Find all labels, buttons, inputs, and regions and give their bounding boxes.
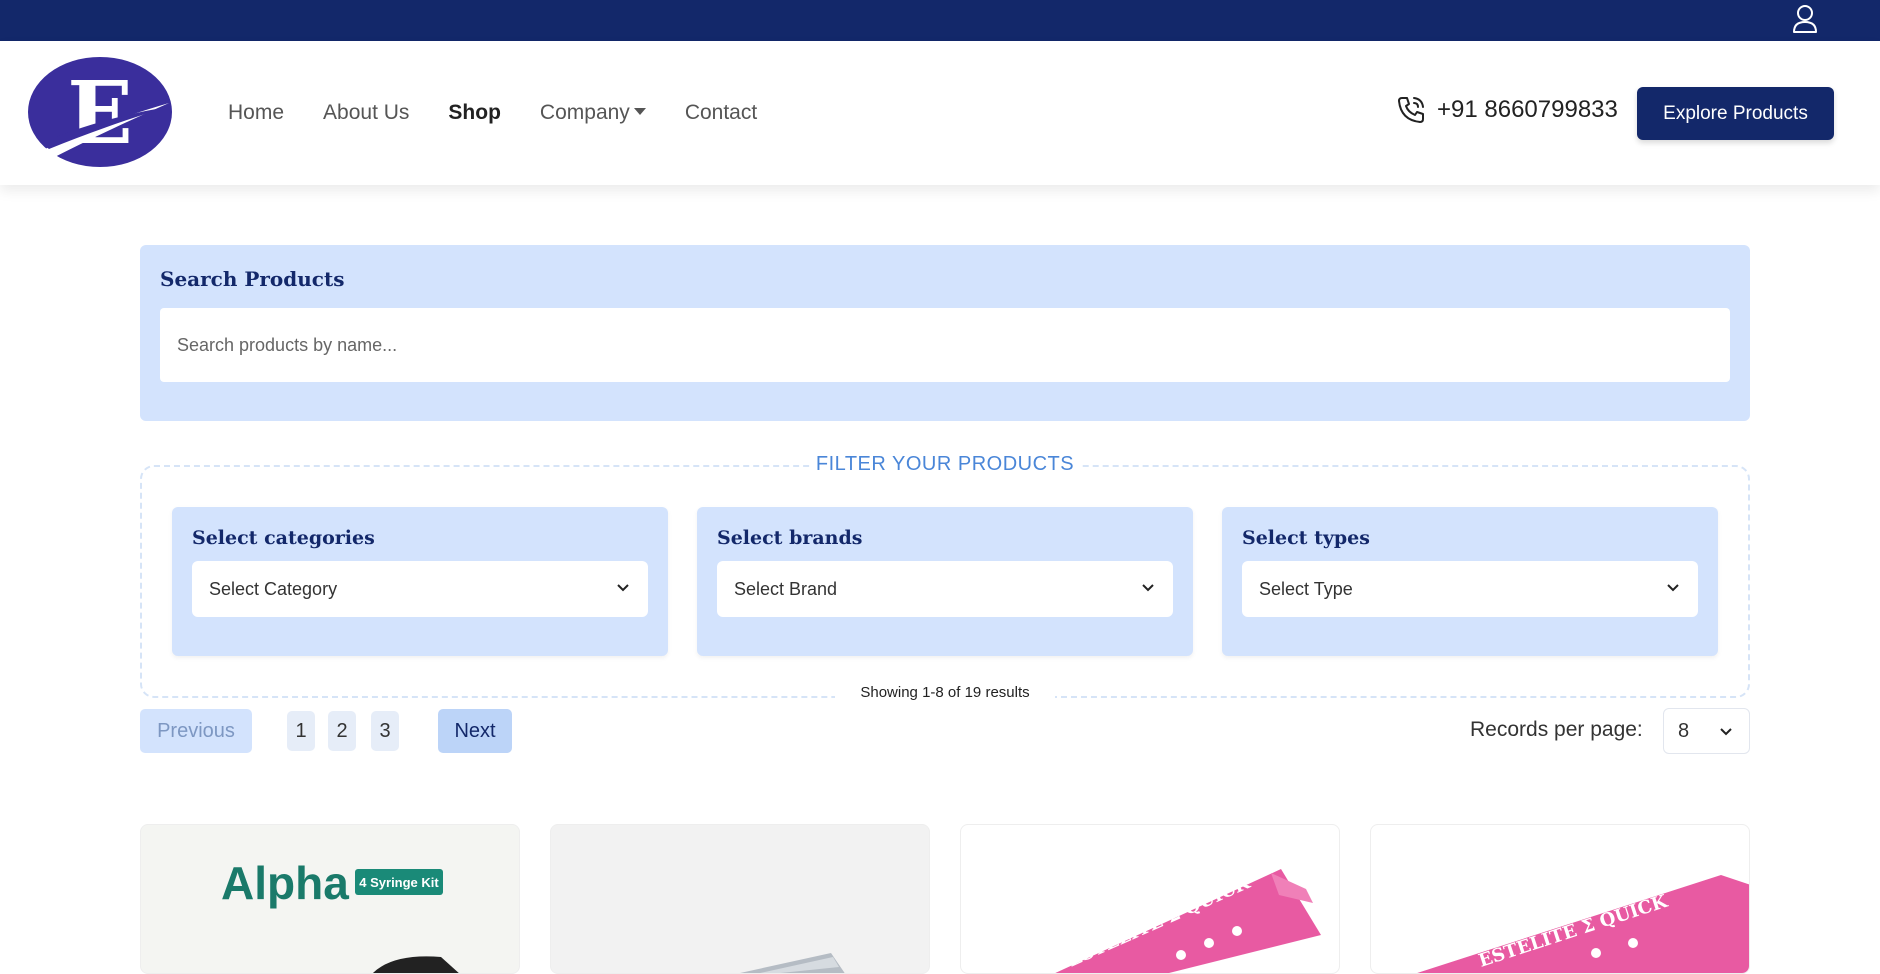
brand-filter-card: Select brands Select Brand bbox=[697, 507, 1193, 656]
search-input[interactable] bbox=[160, 308, 1730, 382]
phone-contact[interactable]: +91 8660799833 bbox=[1395, 94, 1618, 126]
page-2-button[interactable]: 2 bbox=[328, 711, 356, 751]
top-bar bbox=[0, 0, 1880, 41]
type-select[interactable]: Select Type bbox=[1242, 561, 1698, 617]
type-select-value: Select Type bbox=[1259, 578, 1353, 599]
brand-select-value: Select Brand bbox=[734, 578, 838, 599]
page-3-button[interactable]: 3 bbox=[371, 711, 399, 751]
product-image: ESTELITE Σ QUICK bbox=[1417, 875, 1749, 973]
search-title: Search Products bbox=[160, 267, 345, 291]
product-brand-text: Alpha bbox=[221, 857, 349, 909]
phone-icon bbox=[1398, 97, 1424, 123]
nav-company-label: Company bbox=[539, 101, 630, 124]
search-panel: Search Products bbox=[140, 245, 1750, 421]
records-per-page-label: Records per page: bbox=[1470, 718, 1643, 741]
category-select-value: Select Category bbox=[209, 578, 338, 599]
caret-down-icon bbox=[633, 107, 646, 115]
chevron-down-icon bbox=[617, 584, 629, 592]
nav-about-label: About Us bbox=[323, 101, 410, 124]
nav-contact[interactable]: Contact bbox=[685, 101, 757, 125]
product-card[interactable]: ESTELITE Σ QUICK bbox=[960, 824, 1340, 974]
results-count: Showing 1-8 of 19 results bbox=[835, 684, 1055, 701]
category-filter-card: Select categories Select Category bbox=[172, 507, 668, 656]
nav-home[interactable]: Home bbox=[228, 101, 284, 125]
chevron-down-icon bbox=[1720, 728, 1732, 736]
product-image bbox=[740, 953, 845, 973]
product-card[interactable] bbox=[550, 824, 930, 974]
phone-number: +91 8660799833 bbox=[1437, 96, 1618, 123]
filter-heading: FILTER YOUR PRODUCTS bbox=[810, 453, 1080, 476]
product-card[interactable]: Alpha 4 Syringe Kit bbox=[140, 824, 520, 974]
chevron-down-icon bbox=[1667, 584, 1679, 592]
brand-logo[interactable]: E bbox=[27, 57, 173, 168]
type-filter-card: Select types Select Type bbox=[1222, 507, 1718, 656]
product-image: ESTELITE Σ QUICK bbox=[1055, 869, 1321, 973]
site-header: E Home About Us Shop Company Contact +91… bbox=[0, 41, 1880, 185]
nav-shop[interactable]: Shop bbox=[448, 101, 501, 125]
nav-contact-label: Contact bbox=[684, 101, 758, 124]
product-card[interactable]: ESTELITE Σ QUICK bbox=[1370, 824, 1750, 974]
category-filter-label: Select categories bbox=[192, 527, 375, 549]
type-filter-label: Select types bbox=[1242, 527, 1370, 549]
logo-letter: E bbox=[67, 63, 133, 164]
next-page-button[interactable]: Next bbox=[438, 709, 512, 753]
user-icon[interactable] bbox=[1790, 3, 1820, 35]
product-badge-text: 4 Syringe Kit bbox=[359, 875, 439, 890]
main-nav: Home About Us Shop Company Contact bbox=[228, 41, 796, 185]
nav-shop-label: Shop bbox=[448, 101, 501, 124]
previous-page-button[interactable]: Previous bbox=[140, 709, 252, 753]
nav-about-us[interactable]: About Us bbox=[323, 101, 409, 125]
chevron-down-icon bbox=[1142, 584, 1154, 592]
records-per-page-value: 8 bbox=[1678, 719, 1690, 742]
explore-products-button[interactable]: Explore Products bbox=[1637, 87, 1834, 140]
category-select[interactable]: Select Category bbox=[192, 561, 648, 617]
nav-home-label: Home bbox=[228, 101, 285, 124]
records-per-page-select[interactable]: 8 bbox=[1663, 708, 1750, 754]
brand-filter-label: Select brands bbox=[717, 527, 863, 549]
page-1-button[interactable]: 1 bbox=[287, 711, 315, 751]
brand-select[interactable]: Select Brand bbox=[717, 561, 1173, 617]
nav-company[interactable]: Company bbox=[540, 101, 646, 125]
product-image: Alpha 4 Syringe Kit bbox=[221, 857, 459, 973]
